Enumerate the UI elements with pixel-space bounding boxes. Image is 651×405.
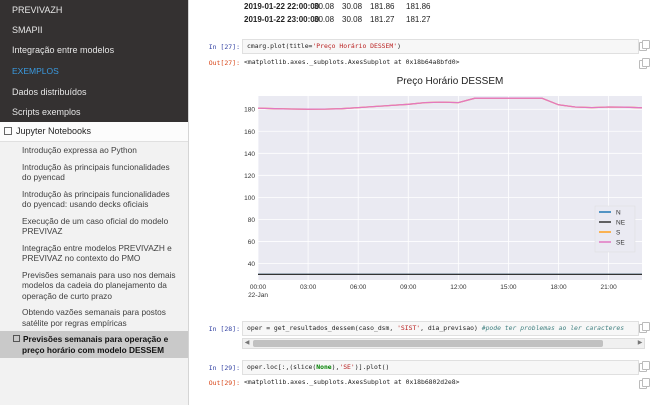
sidebar: PREVIVAZH SMAPII Integração entre modelo… xyxy=(0,0,189,405)
x-tick-label: 18:00 xyxy=(550,284,567,291)
cell-29-output-text: <matplotlib.axes._subplots.AxesSubplot a… xyxy=(244,378,460,386)
sidebar-item-scripts-exemplos[interactable]: Scripts exemplos xyxy=(0,102,188,122)
dataframe-table: 2019-01-22 22:00:0030.08 30.08 181.86 181.8… xyxy=(244,0,442,26)
sidebar-notebook-item[interactable]: Introdução às principais funcionalidades… xyxy=(0,186,188,213)
x-tick-label: 03:00 xyxy=(300,284,317,291)
copy-icon[interactable] xyxy=(639,378,650,389)
table-row: 2019-01-22 22:00:0030.08 30.08 181.86 181.8… xyxy=(244,0,442,13)
notebooks-label: Jupyter Notebooks xyxy=(16,126,92,136)
x-tick-label: 15:00 xyxy=(500,284,517,291)
sidebar-notebook-item[interactable]: Obtendo vazões semanais para postos saté… xyxy=(0,304,188,331)
notebook-content: 2019-01-22 22:00:0030.08 30.08 181.86 181.8… xyxy=(196,0,651,405)
x-tick-label: 12:00 xyxy=(450,284,467,291)
table-cell: 181.86 xyxy=(370,2,395,11)
code-token: oper = get_resultados_dessem(caso_dsm, xyxy=(247,324,398,332)
sidebar-item-integracao[interactable]: Integração entre modelos xyxy=(0,40,188,60)
cell-29-out-prompt: Out[29]: xyxy=(208,379,240,387)
active-notebook-label: Previsões semanais para operação e preço… xyxy=(22,334,169,355)
sidebar-item-dados-distribuidos[interactable]: Dados distribuídos xyxy=(0,82,188,102)
legend-label-ne: NE xyxy=(616,220,626,227)
price-chart: Preço Horário DESSEM 40 60 80 100 120 140 160 18… xyxy=(244,76,643,299)
table-cell: 181.27 xyxy=(370,15,395,24)
code-string: 'SE' xyxy=(339,363,355,371)
cell-29-in-prompt: In [29]: xyxy=(208,364,240,372)
cell-29-code[interactable]: oper.loc[:,(slice(None),'SE')].plot() xyxy=(242,360,639,375)
code-token: oper.loc[:,(slice( xyxy=(247,363,317,371)
copy-icon[interactable] xyxy=(639,361,650,372)
copy-icon[interactable] xyxy=(639,322,650,333)
sidebar-notebook-item[interactable]: Introdução às principais funcionalidades… xyxy=(0,159,188,186)
code-keyword: None xyxy=(316,363,332,371)
y-tick-label: 120 xyxy=(244,173,255,180)
table-cell: 181.86 xyxy=(406,2,431,11)
code-string: 'Preço Horário DESSEM' xyxy=(312,42,398,50)
sidebar-notebook-item[interactable]: Execução de um caso oficial do modelo PR… xyxy=(0,213,188,240)
code-string: 'SIST' xyxy=(397,324,421,332)
x-tick-sublabel: 22-Jan xyxy=(248,292,268,299)
plot-area xyxy=(258,96,642,280)
horizontal-scrollbar[interactable]: ◀ ▶ xyxy=(242,338,645,349)
x-tick-label: 09:00 xyxy=(400,284,417,291)
cell-28-code[interactable]: oper = get_resultados_dessem(caso_dsm, '… xyxy=(242,321,639,336)
table-cell: 30.08 xyxy=(342,15,363,24)
x-tick-label: 06:00 xyxy=(350,284,367,291)
table-cell: 30.08 xyxy=(342,2,363,11)
table-cell: 2019-01-22 22:00:00 xyxy=(244,2,320,11)
cell-28-in-prompt: In [28]: xyxy=(208,325,240,333)
table-cell: 30.08 xyxy=(314,2,335,11)
cell-27-output-text: <matplotlib.axes._subplots.AxesSubplot a… xyxy=(244,58,460,66)
y-tick-label: 40 xyxy=(248,261,256,268)
y-tick-label: 100 xyxy=(244,195,255,202)
x-tick-label: 00:00 xyxy=(250,284,267,291)
sidebar-item-smapii[interactable]: SMAPII xyxy=(0,20,188,40)
table-cell: 181.27 xyxy=(406,15,431,24)
scrollbar-thumb[interactable] xyxy=(253,340,603,347)
legend-label-n: N xyxy=(616,210,621,217)
code-token: cmarg.plot(title= xyxy=(247,42,313,50)
chart-title: Preço Horário DESSEM xyxy=(397,76,504,87)
sidebar-item-jupyter-notebooks[interactable]: Jupyter Notebooks xyxy=(0,122,188,142)
y-tick-label: 180 xyxy=(244,107,255,114)
table-cell: 2019-01-22 23:00:00 xyxy=(244,15,320,24)
collapse-icon xyxy=(4,126,12,135)
cell-27-out-prompt: Out[27]: xyxy=(208,59,240,67)
sidebar-notebook-item[interactable]: Previsões semanais para uso nos demais m… xyxy=(0,267,188,305)
sidebar-notebook-item[interactable]: Integração entre modelos PREVIVAZH e PRE… xyxy=(0,240,188,267)
table-cell: 30.08 xyxy=(314,15,335,24)
sidebar-dark-section: PREVIVAZH SMAPII Integração entre modelo… xyxy=(0,0,188,122)
x-tick-label: 21:00 xyxy=(600,284,617,291)
legend-label-s: S xyxy=(616,230,621,237)
legend-box xyxy=(594,205,636,253)
scroll-left-icon[interactable]: ◀ xyxy=(243,339,251,348)
copy-icon[interactable] xyxy=(639,58,650,69)
y-tick-label: 80 xyxy=(248,217,256,224)
cell-27-in-prompt: In [27]: xyxy=(208,43,240,51)
cell-27-code[interactable]: cmarg.plot(title='Preço Horário DESSEM') xyxy=(242,39,639,54)
y-tick-label: 160 xyxy=(244,129,255,136)
table-row: 2019-01-22 23:00:0030.08 30.08 181.27 181.2… xyxy=(244,13,442,26)
expand-icon xyxy=(13,335,20,342)
scroll-right-icon[interactable]: ▶ xyxy=(636,339,644,348)
sidebar-caption-exemplos: EXEMPLOS xyxy=(12,66,59,76)
code-comment: #pode ter problemas ao ler caracteres xyxy=(481,324,625,332)
code-token: , dia_previsao) xyxy=(420,324,482,332)
sidebar-notebook-item-active[interactable]: Previsões semanais para operação e preço… xyxy=(0,331,188,358)
y-tick-label: 60 xyxy=(248,239,256,246)
sidebar-notebook-item[interactable]: Introdução expressa ao Python xyxy=(0,142,188,159)
code-token: )].plot() xyxy=(354,363,390,371)
sidebar-item-previvazh[interactable]: PREVIVAZH xyxy=(0,0,188,20)
legend-label-se: SE xyxy=(616,240,625,247)
y-tick-label: 140 xyxy=(244,151,255,158)
code-token: ) xyxy=(397,42,401,50)
copy-icon[interactable] xyxy=(639,40,650,51)
